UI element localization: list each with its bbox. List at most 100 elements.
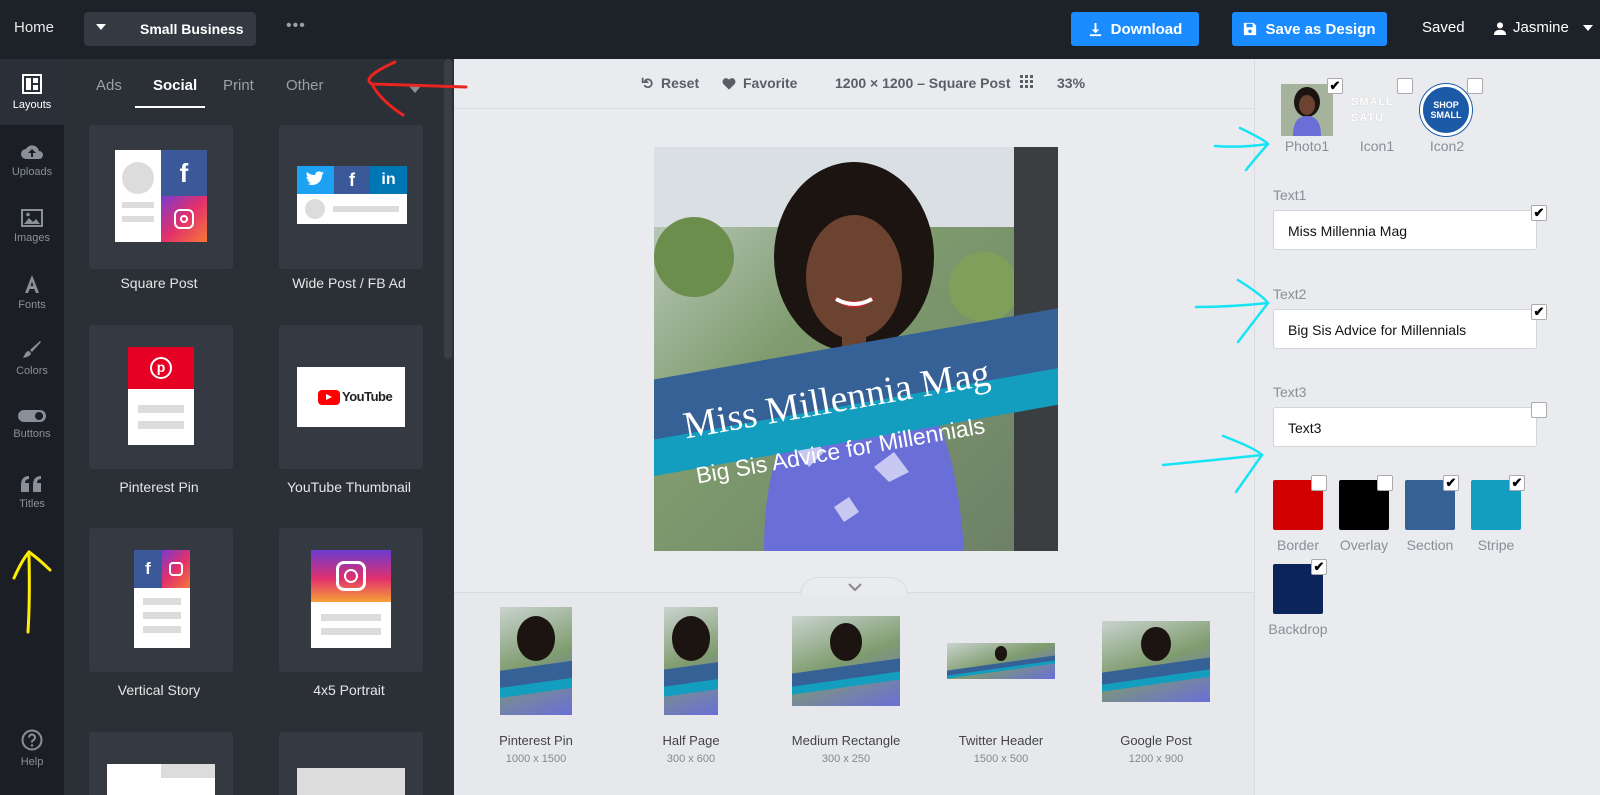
layout-label: Wide Post / FB Ad: [292, 275, 406, 291]
swatch-checkbox[interactable]: ✔: [1509, 475, 1525, 491]
thumb-preview[interactable]: [1102, 620, 1210, 702]
thumb-size: 1500 x 500: [973, 753, 1029, 765]
asset-label: Icon1: [1359, 138, 1395, 154]
rail-label: Colors: [16, 364, 48, 377]
facebook-icon: f: [134, 550, 162, 588]
layout-tile-4x5-portrait[interactable]: [279, 528, 423, 672]
layout-preview: p: [128, 347, 194, 445]
asset-checkbox[interactable]: [1397, 78, 1413, 94]
image-icon: [21, 208, 43, 227]
layout-tile-pinterest-pin[interactable]: p: [89, 325, 233, 469]
asset-checkbox[interactable]: ✔: [1327, 78, 1343, 94]
layout-preview: f in: [297, 166, 407, 224]
thumb-label: Pinterest Pin: [499, 733, 573, 748]
asset-label: Icon2: [1429, 138, 1465, 154]
asset-photo1[interactable]: [1281, 84, 1333, 136]
rail-label: Buttons: [13, 427, 51, 440]
swatch-checkbox[interactable]: ✔: [1443, 475, 1459, 491]
swatch-label: Border: [1276, 537, 1320, 553]
caret-down-icon[interactable]: [409, 86, 421, 93]
rail-item-buttons[interactable]: Buttons: [0, 391, 64, 457]
rail-item-layouts[interactable]: Layouts: [0, 59, 64, 125]
layouts-icon: [22, 73, 42, 94]
thumb-preview[interactable]: [500, 607, 572, 715]
layout-tile-square-post[interactable]: f: [89, 125, 233, 269]
tab-ads[interactable]: Ads: [96, 77, 122, 94]
thumb-label: Twitter Header: [958, 733, 1044, 748]
layout-tile-wide-post[interactable]: f in: [279, 125, 423, 269]
text1-field[interactable]: Miss Millennia Mag: [1273, 210, 1537, 250]
download-button[interactable]: Download: [1071, 12, 1199, 46]
shop-small-logo: SHOP SMALL: [1430, 100, 1462, 120]
user-menu[interactable]: Jasmine: [1493, 19, 1593, 36]
home-link[interactable]: Home: [14, 19, 54, 36]
swatch-label: Stripe: [1477, 537, 1515, 553]
asset-icon1[interactable]: SMALL SATU: [1351, 84, 1403, 136]
thumb-size: 300 x 250: [821, 753, 871, 765]
asset-icon2[interactable]: SHOP SMALL: [1420, 84, 1472, 136]
more-options-icon[interactable]: •••: [286, 17, 306, 35]
icon-rail: Layouts Uploads Images Fonts Colors Butt…: [0, 59, 64, 795]
swatch-checkbox[interactable]: ✔: [1311, 559, 1327, 575]
layout-tile-partial[interactable]: [279, 732, 423, 795]
layout-tile-partial[interactable]: [89, 732, 233, 795]
rail-item-uploads[interactable]: Uploads: [0, 127, 64, 193]
rail-item-fonts[interactable]: Fonts: [0, 259, 64, 325]
layout-label: YouTube Thumbnail: [286, 479, 412, 495]
layout-tile-vertical-story[interactable]: f: [89, 528, 233, 672]
instagram-icon: [161, 196, 207, 242]
undo-icon: [641, 77, 653, 89]
reset-label: Reset: [661, 75, 700, 91]
swatch-checkbox[interactable]: [1311, 475, 1327, 491]
collapse-tab[interactable]: [800, 577, 908, 595]
user-icon: [1493, 21, 1507, 35]
design-canvas[interactable]: Miss Millennia Mag Big Sis Advice for Mi…: [654, 147, 1058, 551]
toggle-icon: [18, 409, 46, 422]
swatch-checkbox[interactable]: [1377, 475, 1393, 491]
properties-panel: ✔ Photo1 SMALL SATU Icon1 SHOP SMALL Ico…: [1254, 59, 1600, 795]
text1-checkbox[interactable]: ✔: [1531, 205, 1547, 221]
thumb-size: 1000 x 1500: [505, 753, 567, 765]
text2-checkbox[interactable]: ✔: [1531, 304, 1547, 320]
asset-checkbox[interactable]: [1467, 78, 1483, 94]
tab-other[interactable]: Other: [286, 77, 324, 94]
thumb-label: Google Post: [1120, 733, 1192, 748]
user-name: Jasmine: [1513, 19, 1569, 36]
text2-field[interactable]: Big Sis Advice for Millennials: [1273, 309, 1537, 349]
chevron-down-icon: [848, 583, 862, 591]
thumb-preview[interactable]: [792, 616, 900, 706]
text3-label: Text3: [1273, 384, 1307, 400]
save-as-design-label: Save as Design: [1265, 20, 1376, 38]
rail-item-images[interactable]: Images: [0, 193, 64, 259]
rail-item-help[interactable]: Help: [0, 715, 64, 781]
layout-label: Pinterest Pin: [119, 479, 199, 495]
favorite-label: Favorite: [743, 75, 798, 91]
rail-item-titles[interactable]: Titles: [0, 459, 64, 525]
grid-icon[interactable]: [1020, 75, 1033, 88]
zoom-level[interactable]: 33%: [1057, 75, 1085, 91]
top-bar: Home Small Business ••• Download Save as…: [0, 0, 1600, 59]
thumb-preview[interactable]: [664, 607, 718, 715]
rail-label: Layouts: [12, 98, 52, 111]
favorite-button[interactable]: Favorite: [722, 75, 797, 91]
thumb-size: 1200 x 900: [1128, 753, 1184, 765]
canvas-toolbar: Reset Favorite 1200 × 1200 – Square Post…: [454, 59, 1254, 109]
project-selector[interactable]: Small Business: [84, 12, 256, 46]
rail-label: Titles: [19, 497, 45, 510]
text3-checkbox[interactable]: [1531, 402, 1547, 418]
panel-scrollbar[interactable]: [444, 59, 452, 359]
rail-label: Fonts: [18, 298, 46, 311]
rail-item-colors[interactable]: Colors: [0, 325, 64, 391]
thumb-label: Medium Rectangle: [791, 733, 901, 748]
tab-print[interactable]: Print: [223, 77, 254, 94]
layout-label: 4x5 Portrait: [313, 682, 385, 698]
save-as-design-button[interactable]: Save as Design: [1232, 12, 1387, 46]
layout-tile-youtube-thumbnail[interactable]: YouTube: [279, 325, 423, 469]
text3-field[interactable]: Text3: [1273, 407, 1537, 447]
swatch-label: Section: [1406, 537, 1454, 553]
thumb-preview[interactable]: [947, 643, 1055, 679]
reset-button[interactable]: Reset: [640, 75, 699, 91]
youtube-wordmark: YouTube: [342, 389, 393, 404]
thumb-label: Half Page: [662, 733, 720, 748]
tab-social[interactable]: Social: [153, 77, 197, 94]
